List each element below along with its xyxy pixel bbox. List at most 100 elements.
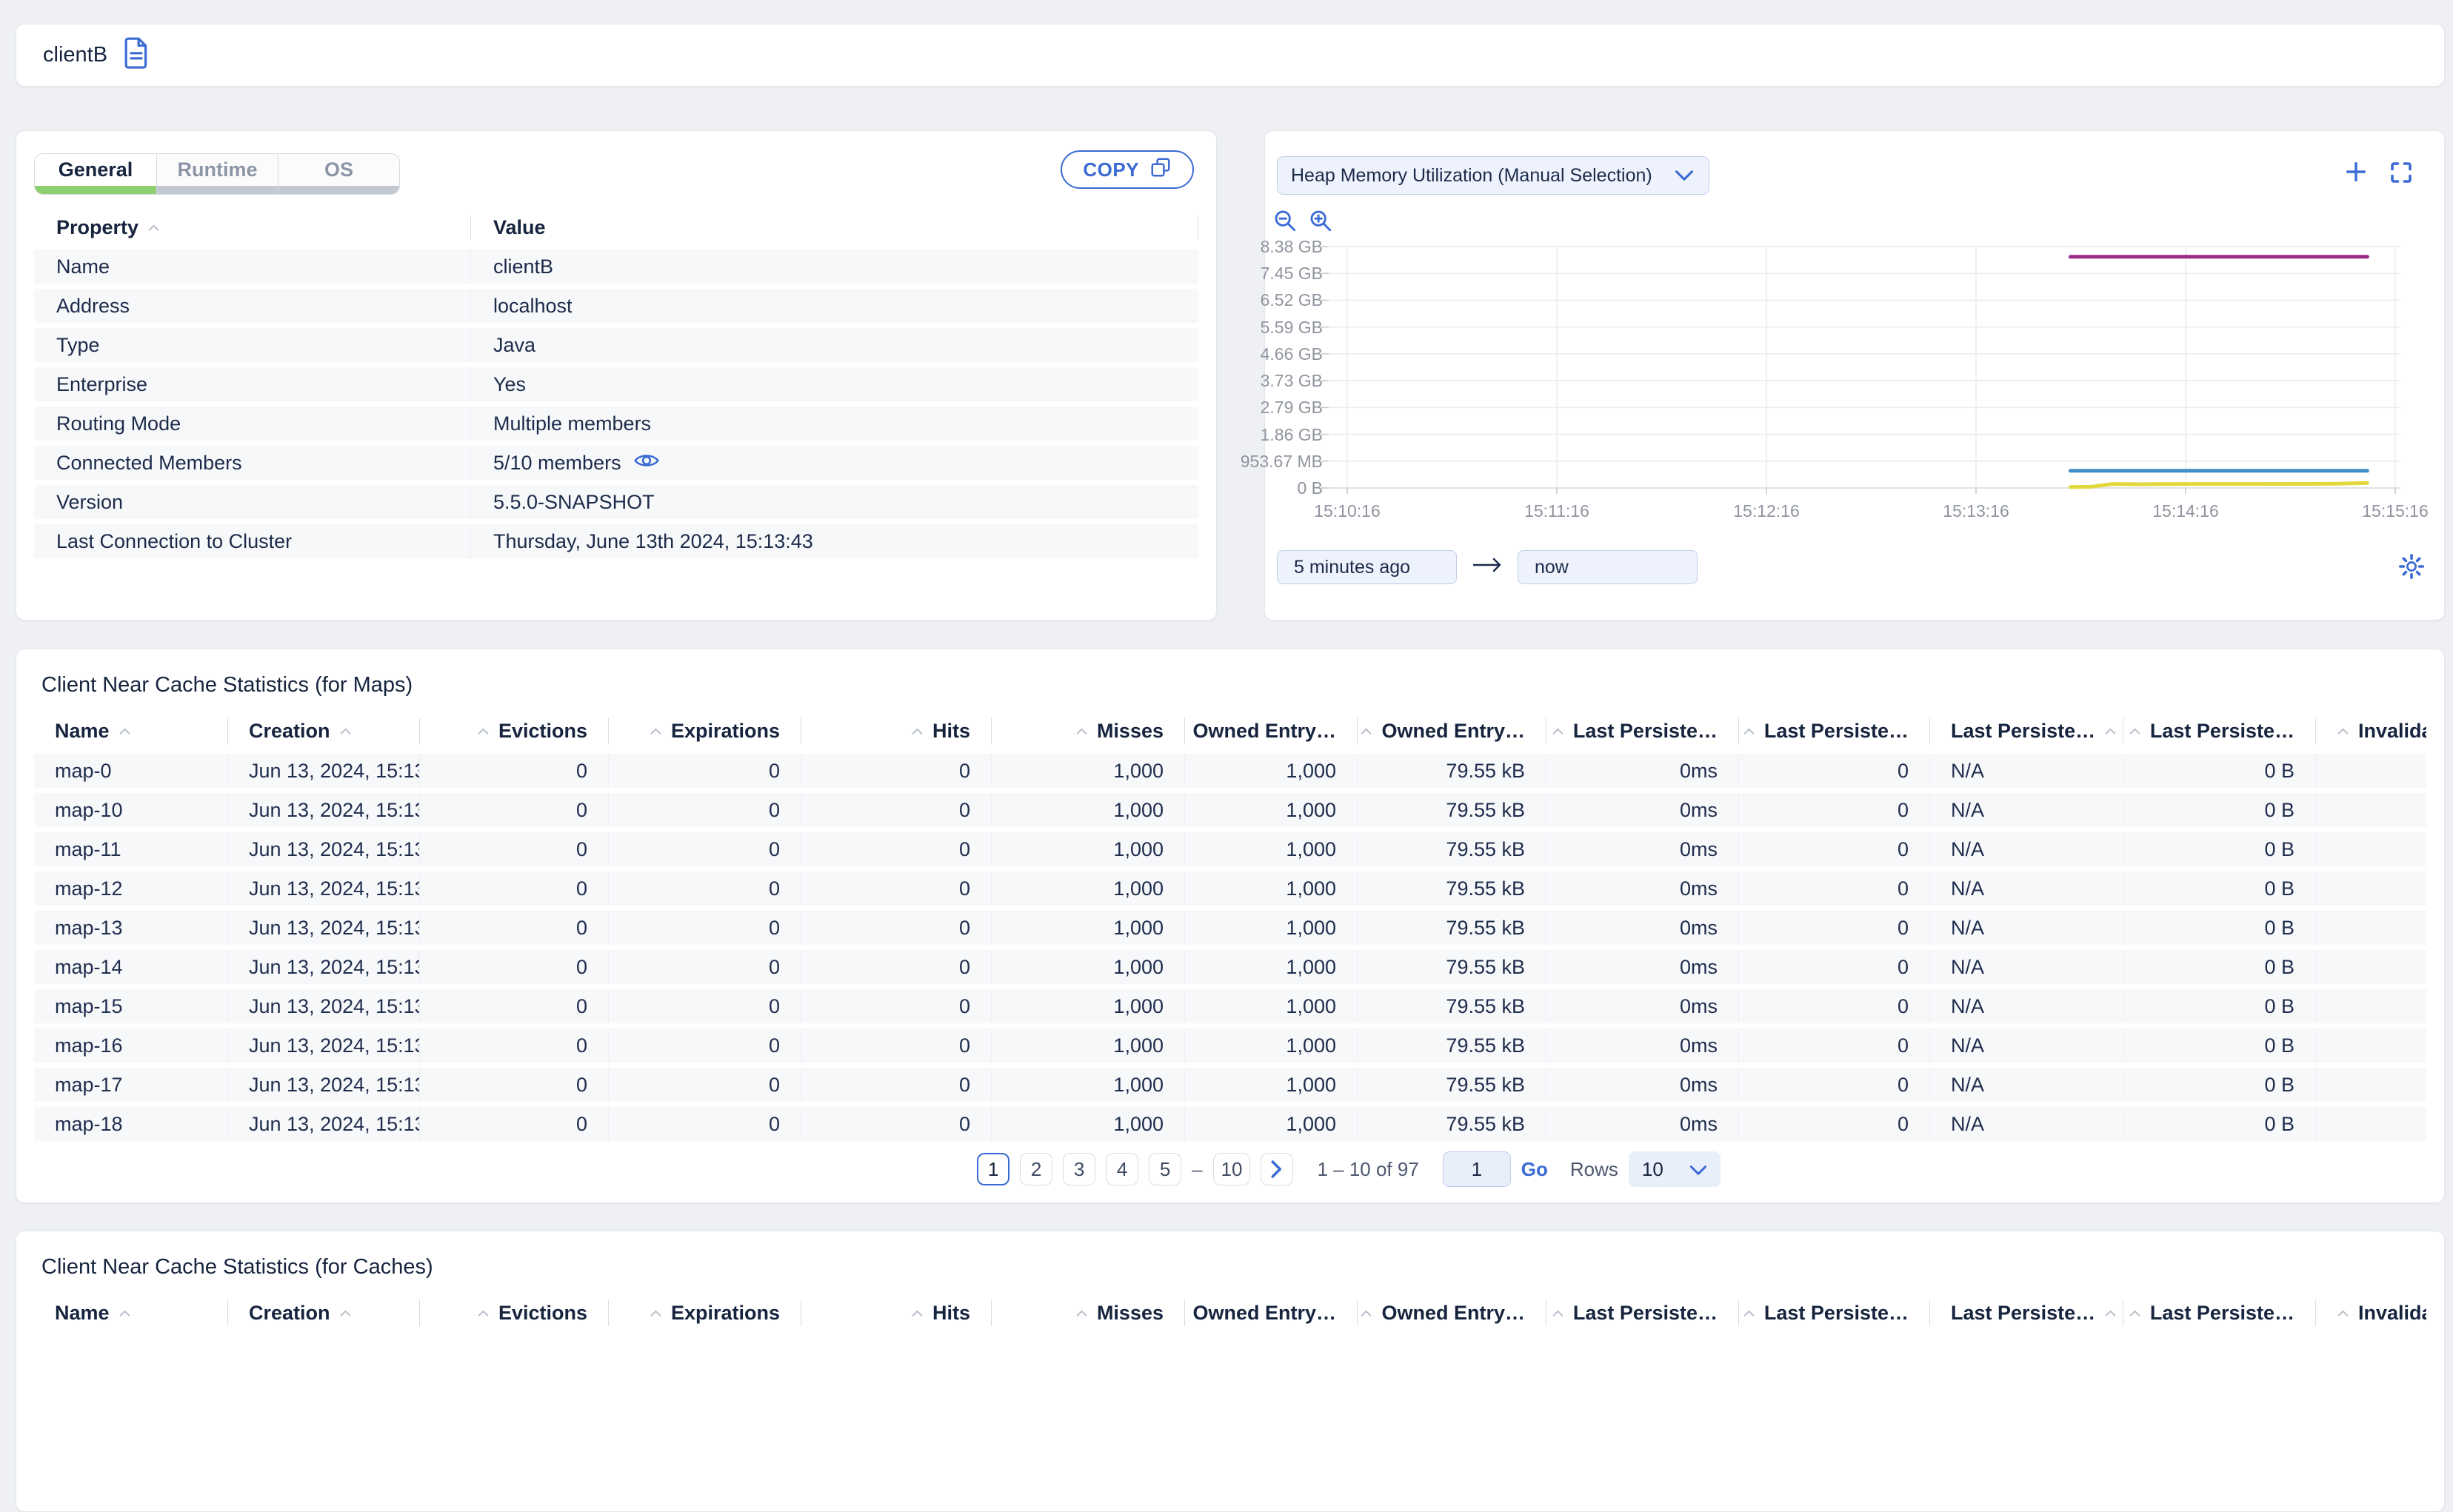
client-detail-page: { "header": { "title": "clientB" }, "gen… <box>0 0 2453 1512</box>
cell: Jun 13, 2024, 15:13:44 <box>228 832 420 866</box>
cell: 0 <box>609 1107 801 1141</box>
tab-general[interactable]: General <box>35 154 156 194</box>
table-row: map-18Jun 13, 2024, 15:13:450001,0001,00… <box>34 1107 2426 1141</box>
page-button-4[interactable]: 4 <box>1106 1153 1139 1185</box>
tab-os[interactable]: OS <box>278 154 399 194</box>
column-header-label: Expirations <box>670 1301 780 1324</box>
cell: 0 <box>420 832 609 866</box>
zoom-out-icon[interactable] <box>1272 208 1298 238</box>
zoom-in-icon[interactable] <box>1308 208 1333 238</box>
property-label: Last Connection to Cluster <box>56 529 293 552</box>
column-header-last-persiste-[interactable]: Last Persiste… <box>2123 1299 2316 1326</box>
page-button-5[interactable]: 5 <box>1149 1153 1182 1185</box>
table-row: map-16Jun 13, 2024, 15:13:450001,0001,00… <box>34 1028 2426 1063</box>
property-table-header: Property Value <box>34 211 1198 244</box>
cell: 0 <box>1739 1028 1930 1063</box>
sort-caret-icon <box>1743 1309 1755 1317</box>
column-header-last-persiste-[interactable]: Last Persiste… <box>2123 717 2316 744</box>
column-header-owned-entry-[interactable]: Owned Entry… <box>1185 1299 1358 1326</box>
column-header-name[interactable]: Name <box>34 1299 228 1326</box>
value-cell: clientB <box>471 250 1198 284</box>
cell <box>2316 872 2426 906</box>
cell: 0 <box>1739 754 1930 788</box>
time-from-input[interactable]: 5 minutes ago <box>1277 550 1457 584</box>
column-header-last-persiste-[interactable]: Last Persiste… <box>1930 1299 2123 1326</box>
cell: 79.55 kB <box>1358 793 1546 827</box>
column-header-creation[interactable]: Creation <box>228 1299 420 1326</box>
cell: 0ms <box>1546 1068 1739 1102</box>
cell: 0 <box>420 989 609 1023</box>
column-header-hits[interactable]: Hits <box>801 1299 992 1326</box>
tab-runtime[interactable]: Runtime <box>156 154 278 194</box>
metric-select[interactable]: Heap Memory Utilization (Manual Selectio… <box>1277 156 1709 195</box>
cell: 0 <box>420 793 609 827</box>
page-gap-dash: – <box>1192 1157 1203 1180</box>
page-button-10[interactable]: 10 <box>1212 1153 1251 1185</box>
cell: Jun 13, 2024, 15:13:45 <box>228 1107 420 1141</box>
page-button-3[interactable]: 3 <box>1063 1153 1096 1185</box>
column-header-invalida[interactable]: Invalida <box>2316 1299 2426 1326</box>
column-header-owned-entry-[interactable]: Owned Entry… <box>1185 717 1358 744</box>
column-header-evictions[interactable]: Evictions <box>420 1299 609 1326</box>
eye-icon[interactable] <box>633 451 660 475</box>
cell: 1,000 <box>1185 989 1358 1023</box>
column-header-creation[interactable]: Creation <box>228 717 420 744</box>
time-to-input[interactable]: now <box>1518 550 1698 584</box>
column-header-evictions[interactable]: Evictions <box>420 717 609 744</box>
column-header-last-persiste-[interactable]: Last Persiste… <box>1930 717 2123 744</box>
cell: 1,000 <box>1185 1107 1358 1141</box>
add-chart-icon[interactable] <box>2343 159 2369 191</box>
fullscreen-icon[interactable] <box>2388 159 2414 191</box>
x-tick-label: 15:13:16 <box>1943 501 2009 521</box>
column-header-last-persiste-[interactable]: Last Persiste… <box>1739 1299 1930 1326</box>
page-button-1[interactable]: 1 <box>977 1153 1010 1185</box>
column-header-misses[interactable]: Misses <box>992 717 1185 744</box>
cell: 0 <box>1739 793 1930 827</box>
column-header-label: Owned Entry… <box>1192 1301 1336 1324</box>
column-header-label: Evictions <box>498 1301 587 1324</box>
column-header-label: Last Persiste… <box>1951 1301 2096 1324</box>
sort-caret-icon <box>1552 1309 1564 1317</box>
cell: map-12 <box>34 872 228 906</box>
column-header-expirations[interactable]: Expirations <box>609 1299 801 1326</box>
column-header-owned-entry-[interactable]: Owned Entry… <box>1358 1299 1546 1326</box>
sort-caret-icon <box>2337 1309 2349 1317</box>
column-header-last-persiste-[interactable]: Last Persiste… <box>1739 717 1930 744</box>
column-header-owned-entry-[interactable]: Owned Entry… <box>1358 717 1546 744</box>
cell: 79.55 kB <box>1358 1068 1546 1102</box>
table-row: Connected Members 5/10 members <box>34 446 1198 480</box>
table-row: map-13Jun 13, 2024, 15:13:450001,0001,00… <box>34 911 2426 945</box>
property-cell: Address <box>34 289 471 323</box>
caches-table-header: Name Creation Evictions Expirations Hits Miss… <box>34 1297 2426 1328</box>
next-page-button[interactable] <box>1261 1153 1294 1185</box>
section-title: Client Near Cache Statistics (for Caches… <box>41 1255 433 1279</box>
y-tick-label: 0 B <box>1297 478 1323 498</box>
chart-settings-gear-icon[interactable] <box>2398 553 2425 585</box>
property-value: 5/10 members <box>493 451 621 474</box>
column-header-last-persiste-[interactable]: Last Persiste… <box>1546 717 1739 744</box>
column-header-misses[interactable]: Misses <box>992 1299 1185 1326</box>
sort-caret-icon <box>477 727 490 735</box>
cell: 1,000 <box>992 1068 1185 1102</box>
chart-plot-area[interactable] <box>1321 246 2400 494</box>
column-header-expirations[interactable]: Expirations <box>609 717 801 744</box>
copy-button[interactable]: COPY <box>1061 150 1194 189</box>
page-button-2[interactable]: 2 <box>1020 1153 1053 1185</box>
column-header-invalida[interactable]: Invalida <box>2316 717 2426 744</box>
property-column-header[interactable]: Property <box>34 215 471 240</box>
property-cell: Type <box>34 328 471 362</box>
cell: 1,000 <box>1185 754 1358 788</box>
cell: map-10 <box>34 793 228 827</box>
cell: 0 <box>801 872 992 906</box>
column-header-name[interactable]: Name <box>34 717 228 744</box>
go-button[interactable]: Go <box>1521 1158 1548 1181</box>
document-icon[interactable] <box>122 36 150 74</box>
cell: 0ms <box>1546 950 1739 984</box>
cell: 0 <box>609 793 801 827</box>
column-header-last-persiste-[interactable]: Last Persiste… <box>1546 1299 1739 1326</box>
column-header-hits[interactable]: Hits <box>801 717 992 744</box>
table-row: map-14Jun 13, 2024, 15:13:450001,0001,00… <box>34 950 2426 984</box>
arrow-right-icon <box>1472 555 1503 580</box>
rows-per-page-select[interactable]: 10 <box>1628 1151 1721 1187</box>
page-number-input[interactable]: 1 <box>1442 1151 1511 1187</box>
